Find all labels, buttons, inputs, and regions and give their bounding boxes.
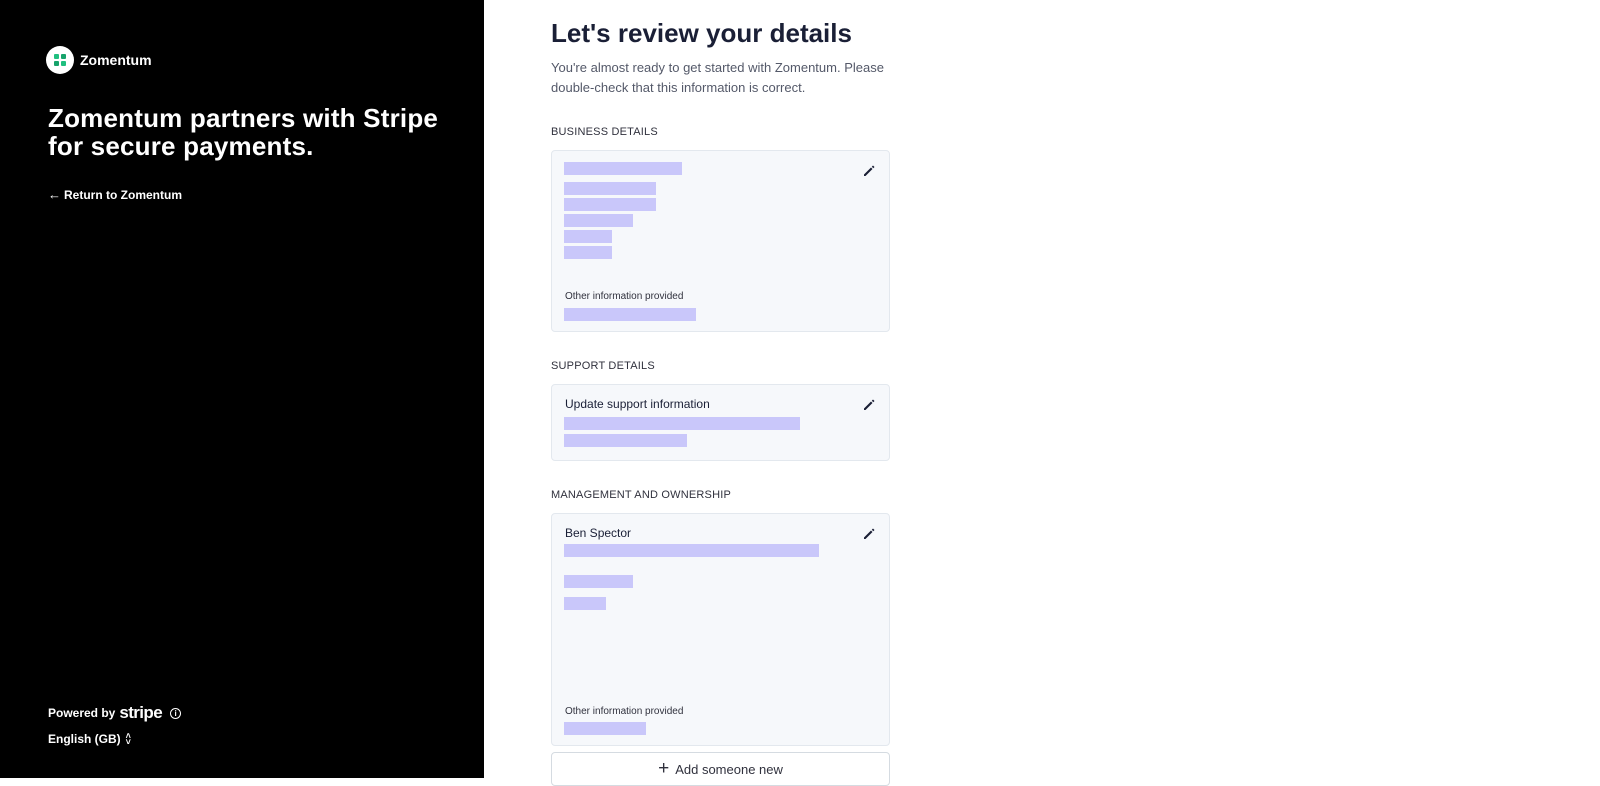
section-label-support: SUPPORT DETAILS bbox=[551, 360, 655, 372]
powered-by-label: Powered by bbox=[48, 706, 116, 720]
pencil-icon[interactable] bbox=[861, 397, 877, 413]
other-info-label: Other information provided bbox=[565, 291, 684, 302]
support-details-card: Update support information bbox=[551, 384, 890, 461]
section-label-management: MANAGEMENT AND OWNERSHIP bbox=[551, 489, 732, 501]
language-selector[interactable]: English (GB) ˄ ˅ bbox=[48, 731, 131, 747]
support-update-label: Update support information bbox=[565, 397, 710, 411]
redacted-field bbox=[564, 722, 646, 735]
return-link[interactable]: ← Return to Zomentum bbox=[48, 187, 182, 202]
redacted-field bbox=[564, 214, 633, 227]
management-card: Ben Spector Other information provided bbox=[551, 513, 890, 746]
page-title: Let's review your details bbox=[551, 18, 852, 48]
brand: Zomentum bbox=[46, 46, 152, 74]
redacted-field bbox=[564, 575, 633, 588]
redacted-field bbox=[564, 246, 612, 259]
plus-icon: + bbox=[658, 758, 670, 779]
stripe-logo: stripe bbox=[119, 703, 163, 722]
pencil-icon[interactable] bbox=[861, 163, 877, 179]
pencil-icon[interactable] bbox=[861, 526, 877, 542]
sidebar-panel: Zomentum Zomentum partners with Stripe f… bbox=[0, 0, 484, 778]
redacted-field bbox=[564, 230, 612, 243]
business-details-card: Other information provided bbox=[551, 150, 890, 332]
other-info-label: Other information provided bbox=[565, 706, 684, 717]
redacted-field bbox=[564, 417, 800, 430]
zomentum-logo-icon bbox=[46, 46, 74, 74]
redacted-field bbox=[564, 597, 606, 610]
add-someone-new-button[interactable]: + Add someone new bbox=[551, 752, 890, 786]
arrow-left-icon: ← bbox=[48, 187, 61, 202]
redacted-field bbox=[564, 544, 819, 557]
powered-by: Powered by stripe i bbox=[48, 703, 182, 723]
return-link-label: Return to Zomentum bbox=[64, 187, 182, 202]
add-someone-new-label: Add someone new bbox=[675, 762, 783, 777]
redacted-field bbox=[564, 308, 696, 321]
redacted-field bbox=[564, 182, 656, 195]
language-label: English (GB) bbox=[48, 732, 121, 746]
person-name: Ben Spector bbox=[565, 526, 632, 540]
page-subtitle: You're almost ready to get started with … bbox=[551, 60, 884, 95]
chevron-up-down-icon: ˄ ˅ bbox=[125, 731, 131, 747]
redacted-field bbox=[564, 198, 656, 211]
redacted-field bbox=[564, 434, 687, 447]
sidebar-title: Zomentum partners with Stripe for secure… bbox=[48, 103, 439, 161]
section-label-business: BUSINESS DETAILS bbox=[551, 126, 658, 138]
info-icon[interactable]: i bbox=[170, 707, 182, 719]
brand-name: Zomentum bbox=[80, 52, 152, 68]
redacted-field bbox=[564, 162, 682, 175]
